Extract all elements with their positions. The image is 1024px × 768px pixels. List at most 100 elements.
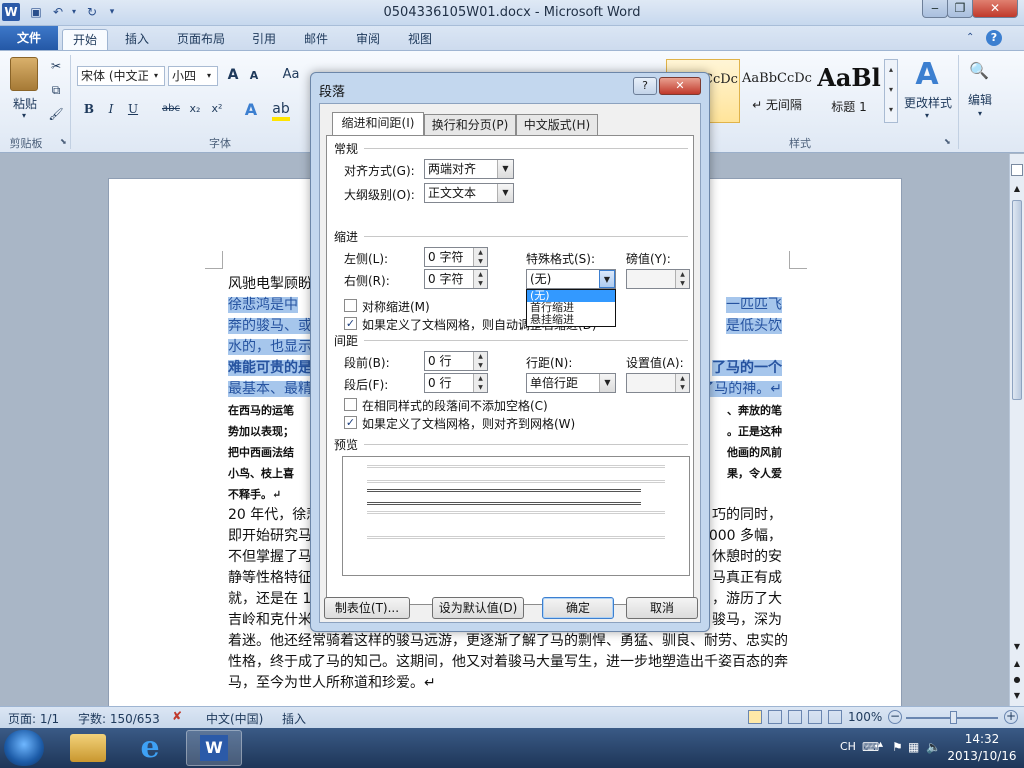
paste-button-label[interactable]: 粘贴 xyxy=(8,95,42,112)
cut-icon[interactable]: ✂ xyxy=(48,59,64,73)
spinner-icon[interactable]: ▲ ▼ xyxy=(675,270,689,288)
document-line[interactable]: 势加以表现； xyxy=(228,421,294,442)
word-count[interactable]: 字数: 150/653 xyxy=(78,710,160,727)
start-button[interactable] xyxy=(4,730,44,766)
document-line-tail[interactable]: 、奔放的笔 xyxy=(727,400,782,421)
superscript-button[interactable]: x² xyxy=(208,102,226,115)
tab-mailings[interactable]: 邮件 xyxy=(294,29,338,50)
tab-insert[interactable]: 插入 xyxy=(114,29,160,50)
help-icon[interactable]: ? xyxy=(986,30,1002,46)
tabs-button[interactable]: 制表位(T)... xyxy=(324,597,410,619)
document-line[interactable]: 把中西画法结 xyxy=(228,442,294,463)
scroll-thumb[interactable] xyxy=(1012,200,1022,400)
explorer-icon[interactable] xyxy=(70,734,106,762)
zoom-out-icon[interactable]: − xyxy=(888,710,902,724)
document-line[interactable]: 马，至今为世人所称道和珍爱。↵ xyxy=(228,673,436,694)
document-line[interactable]: 难能可贵的是 xyxy=(228,358,312,379)
italic-button[interactable]: I xyxy=(104,102,118,116)
zoom-in-icon[interactable]: + xyxy=(1004,710,1018,724)
style-no-spacing[interactable]: AaBbCcDc ↵ 无间隔 xyxy=(740,59,814,123)
next-page-icon[interactable]: ▼ xyxy=(1011,691,1023,700)
web-layout-icon[interactable] xyxy=(788,710,802,724)
clock-date[interactable]: 2013/10/16 xyxy=(944,749,1020,763)
document-line[interactable]: 20 年代，徐悲 xyxy=(228,505,320,526)
right-indent-input[interactable]: 0 字符 ▲ ▼ xyxy=(424,269,488,289)
special-select[interactable]: (无) ▼ xyxy=(526,269,616,289)
chevron-down-icon[interactable]: ▾ xyxy=(201,67,217,85)
clock-time[interactable]: 14:32 xyxy=(952,732,1012,746)
shrink-font-button[interactable]: A xyxy=(248,69,260,82)
set-default-button[interactable]: 设为默认值(D) xyxy=(432,597,524,619)
page-count[interactable]: 页面: 1/1 xyxy=(8,710,59,727)
copy-icon[interactable]: ⧉ xyxy=(48,83,64,98)
document-line-tail[interactable]: 果，令人爱 xyxy=(727,463,782,484)
volume-icon[interactable]: 🔈 xyxy=(926,740,941,754)
dialog-help-button[interactable]: ? xyxy=(633,77,657,95)
zoom-slider-thumb[interactable] xyxy=(950,711,957,724)
mirror-indents-label[interactable]: 对称缩进(M) xyxy=(362,298,430,315)
no-space-checkbox[interactable] xyxy=(344,398,357,411)
outline-icon[interactable] xyxy=(808,710,822,724)
draft-icon[interactable] xyxy=(828,710,842,724)
chevron-down-icon[interactable]: ▾ xyxy=(974,109,986,118)
document-line-tail[interactable]: 是低头饮 xyxy=(726,316,782,337)
spinner-icon[interactable]: ▲ ▼ xyxy=(473,270,487,288)
by-input[interactable]: ▲ ▼ xyxy=(626,269,690,289)
tab-file[interactable]: 文件 xyxy=(0,26,58,50)
tab-references[interactable]: 引用 xyxy=(242,29,286,50)
input-language[interactable]: CH xyxy=(840,740,856,753)
change-styles-button[interactable]: 更改样式 xyxy=(900,94,956,111)
document-line-tail[interactable]: 了马的一个 xyxy=(712,358,782,379)
flag-icon[interactable]: ⚑ xyxy=(892,740,903,754)
document-line[interactable]: 吉岭和克什米 xyxy=(228,610,312,631)
chevron-down-icon[interactable]: ▼ xyxy=(497,184,513,202)
minimize-ribbon-icon[interactable]: ⌃ xyxy=(966,32,974,43)
vertical-scrollbar[interactable]: ▲ ▼ ▲ ● ▼ xyxy=(1009,154,1024,706)
line-spacing-select[interactable]: 单倍行距 ▼ xyxy=(526,373,616,393)
full-screen-icon[interactable] xyxy=(768,710,782,724)
chevron-down-icon[interactable]: ▼ xyxy=(497,160,513,178)
at-input[interactable]: ▲ ▼ xyxy=(626,373,690,393)
tray-arrow-icon[interactable]: ▴ xyxy=(878,739,883,750)
font-size-combo[interactable]: 小四 ▾ xyxy=(168,66,218,86)
keyboard-icon[interactable]: ⌨ xyxy=(862,740,879,754)
scroll-up-icon[interactable]: ▲ xyxy=(1011,184,1023,193)
document-line-tail[interactable]: 骏马，深为 xyxy=(712,610,782,631)
document-line[interactable]: 不释手。↵ xyxy=(228,484,281,505)
document-line[interactable]: 即开始研究马 xyxy=(228,526,312,547)
document-line-tail[interactable]: 。正是这种 xyxy=(727,421,782,442)
tab-home[interactable]: 开始 xyxy=(62,29,108,50)
document-line[interactable]: 徐悲鸿是中 xyxy=(228,295,298,316)
restore-button[interactable]: ❐ xyxy=(947,0,973,18)
browse-object-icon[interactable]: ● xyxy=(1011,675,1023,684)
tab-page-layout[interactable]: 页面布局 xyxy=(168,29,234,50)
tab-view[interactable]: 视图 xyxy=(398,29,442,50)
document-line-tail[interactable]: 了马的神。↵ xyxy=(700,379,782,400)
outline-level-select[interactable]: 正文文本 ▼ xyxy=(424,183,514,203)
grow-font-button[interactable]: A xyxy=(226,67,240,83)
ruler-toggle-icon[interactable] xyxy=(1011,164,1023,176)
strikethrough-button[interactable]: abc xyxy=(160,103,182,114)
chevron-down-icon[interactable]: ▾ xyxy=(148,67,164,85)
auto-adjust-checkbox[interactable]: ✓ xyxy=(344,317,357,330)
minimize-button[interactable]: ‒ xyxy=(922,0,948,18)
special-option[interactable]: 悬挂缩进 xyxy=(527,314,615,326)
network-icon[interactable]: ▦ xyxy=(908,740,919,754)
chevron-down-icon[interactable]: ▼ xyxy=(599,270,615,288)
dialog-close-button[interactable]: ✕ xyxy=(659,77,701,95)
chevron-down-icon[interactable]: ▾ xyxy=(921,111,933,120)
tab-indents-spacing[interactable]: 缩进和间距(I) xyxy=(332,112,424,135)
find-icon[interactable]: 🔍 xyxy=(968,61,990,80)
left-indent-input[interactable]: 0 字符 ▲ ▼ xyxy=(424,247,488,267)
tab-line-page-breaks[interactable]: 换行和分页(P) xyxy=(424,114,516,136)
edit-button[interactable]: 编辑 xyxy=(962,91,998,108)
spinner-icon[interactable]: ▲ ▼ xyxy=(675,374,689,392)
clipboard-launcher-icon[interactable]: ⬊ xyxy=(60,137,67,146)
cancel-button[interactable]: 取消 xyxy=(626,597,698,619)
paste-icon[interactable] xyxy=(10,57,38,91)
chevron-down-icon[interactable]: ▼ xyxy=(599,374,615,392)
subscript-button[interactable]: x₂ xyxy=(186,102,204,115)
spinner-icon[interactable]: ▲ ▼ xyxy=(473,352,487,370)
styles-scroll[interactable]: ▴ ▾ ▾ xyxy=(884,59,898,123)
document-line[interactable]: 水的，也显示 xyxy=(228,337,312,358)
